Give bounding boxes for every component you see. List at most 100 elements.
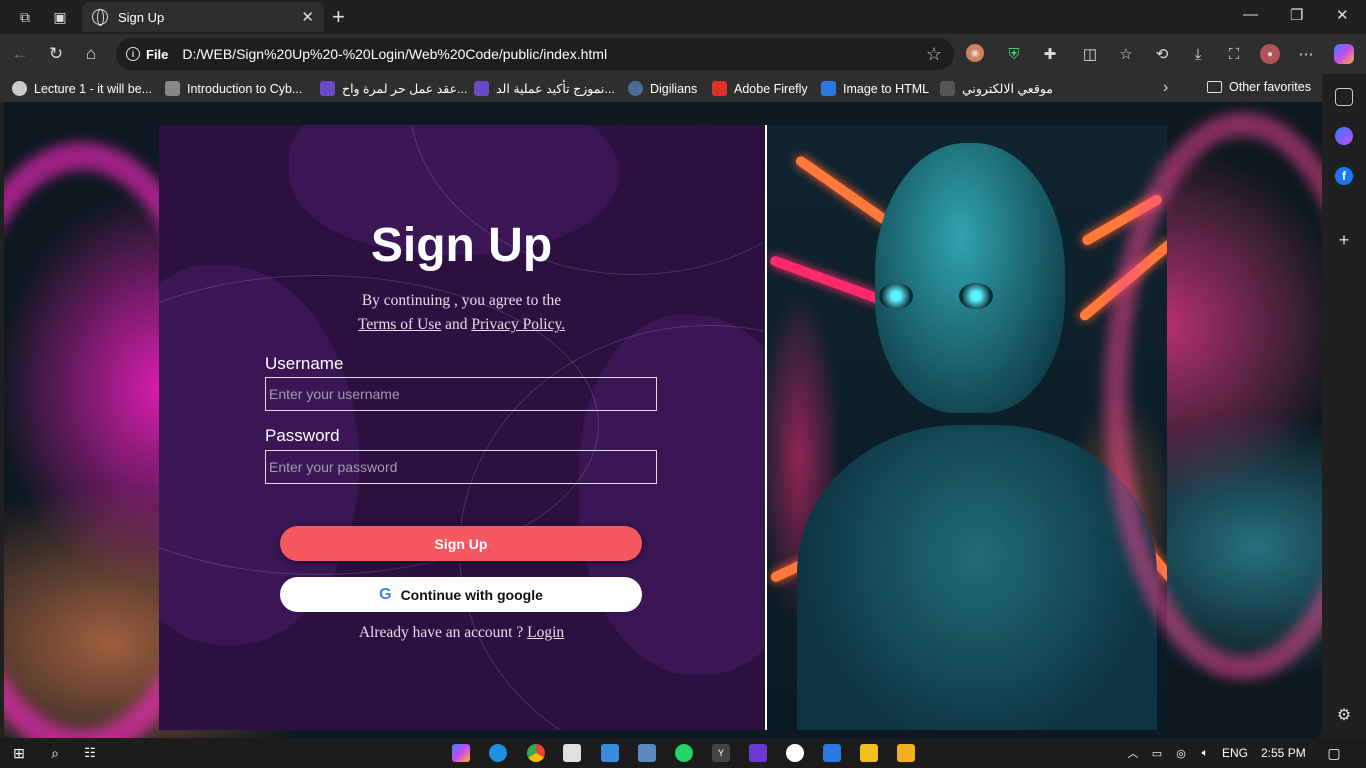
file-explorer-taskbar-icon[interactable] — [897, 744, 915, 762]
notifications-icon[interactable]: ▢ — [1325, 744, 1343, 762]
app-taskbar-icon[interactable] — [749, 744, 767, 762]
app-taskbar-icon[interactable] — [601, 744, 619, 762]
split-screen-icon[interactable]: ◫ — [1080, 44, 1100, 64]
facebook-icon[interactable]: f — [1335, 167, 1353, 185]
more-menu-icon[interactable]: ⋯ — [1296, 44, 1316, 64]
alien-body — [797, 425, 1157, 730]
extension-face-icon[interactable]: ◉ — [966, 44, 984, 62]
password-label: Password — [265, 426, 340, 445]
bookmark-label: Adobe Firefly — [734, 81, 808, 96]
messenger-icon[interactable] — [1335, 127, 1353, 145]
tab-title: Sign Up — [118, 9, 165, 25]
bookmark-item[interactable]: Digilians — [628, 80, 697, 97]
bookmark-item[interactable]: Lecture 1 - it will be... — [12, 80, 152, 97]
close-window-button[interactable]: ✕ — [1336, 6, 1349, 24]
store-taskbar-icon[interactable] — [563, 744, 581, 762]
shield-extension-icon[interactable]: ⛨ — [1004, 44, 1024, 64]
address-url[interactable]: D:/WEB/Sign%20Up%20-%20Login/Web%20Code/… — [182, 46, 925, 62]
network-icon[interactable]: ▭ — [1148, 744, 1166, 762]
favorite-star-icon[interactable]: ☆ — [926, 44, 942, 65]
privacy-policy-link[interactable]: Privacy Policy. — [471, 316, 565, 333]
app-taskbar-icon[interactable] — [638, 744, 656, 762]
google-signin-button[interactable]: G Continue with google — [280, 577, 642, 612]
google-g-icon: G — [379, 585, 392, 603]
cisco-icon — [165, 81, 180, 96]
refresh-icon[interactable]: ↻ — [45, 43, 67, 65]
bookmark-label: Digilians — [650, 81, 698, 96]
sticky-notes-taskbar-icon[interactable] — [860, 744, 878, 762]
bookmark-item[interactable]: موقعي الالكتروني — [940, 80, 1053, 97]
folder-icon — [1207, 81, 1222, 93]
username-label: Username — [265, 354, 344, 373]
forms-icon — [474, 81, 489, 96]
back-icon[interactable]: ← — [9, 43, 31, 65]
task-view-icon[interactable]: ☷ — [81, 744, 99, 762]
active-tab[interactable]: Sign Up ✕ — [82, 2, 324, 32]
navigation-bar: ← ↻ ⌂ i File D:/WEB/Sign%20Up%20-%20Logi… — [0, 34, 1366, 74]
tab-bar: ⧉ ▣ Sign Up ✕ + — ❐ ✕ — [0, 0, 1366, 34]
sign-up-button[interactable]: Sign Up — [280, 526, 642, 561]
other-favorites-label: Other favorites — [1229, 80, 1311, 94]
workspaces-icon[interactable]: ⧉ — [16, 8, 34, 26]
username-input[interactable] — [265, 377, 657, 411]
minimize-button[interactable]: — — [1243, 6, 1258, 23]
globe-icon[interactable]: ◎ — [1172, 744, 1190, 762]
bookmark-item[interactable]: Image to HTML — [821, 80, 929, 97]
add-icon[interactable]: + — [1335, 230, 1353, 250]
page-title: Sign Up — [370, 219, 553, 272]
favorites-icon[interactable]: ☆ — [1116, 44, 1136, 64]
adobe-icon — [712, 81, 727, 96]
login-link[interactable]: Login — [527, 624, 564, 641]
bookmark-item[interactable]: Adobe Firefly — [712, 80, 808, 97]
globe-icon — [92, 9, 108, 26]
maximize-button[interactable]: ❐ — [1290, 6, 1303, 24]
address-bar[interactable]: i File D:/WEB/Sign%20Up%20-%20Login/Web%… — [116, 38, 954, 70]
github-taskbar-icon[interactable] — [786, 744, 804, 762]
digilians-icon — [628, 81, 643, 96]
new-tab-button[interactable]: + — [332, 4, 345, 30]
alien-eye — [959, 283, 993, 309]
forms-icon — [320, 81, 335, 96]
clock[interactable]: 2:55 PM — [1261, 746, 1306, 760]
extensions-icon[interactable]: ✚ — [1040, 44, 1060, 64]
home-icon[interactable]: ⌂ — [80, 43, 102, 65]
info-icon[interactable]: i — [126, 47, 140, 61]
yahoo-taskbar-icon[interactable]: Y — [712, 744, 730, 762]
neon-light — [1077, 237, 1167, 323]
bookmark-label: نموزج تأكيد عملية الد... — [496, 82, 615, 96]
password-input[interactable] — [265, 450, 657, 484]
chatgpt-icon[interactable] — [1335, 88, 1353, 106]
downloads-icon[interactable]: ⤓ — [1188, 44, 1208, 64]
bookmark-item[interactable]: عقد عمل حر لمرة واح... — [320, 80, 468, 97]
alien-head — [875, 143, 1065, 413]
copilot-icon[interactable] — [1334, 44, 1354, 64]
site-icon — [12, 81, 27, 96]
language-indicator[interactable]: ENG — [1222, 746, 1248, 760]
show-hidden-icons-chevron-icon[interactable]: ︿ — [1124, 744, 1142, 762]
volume-icon[interactable]: 🔈︎ — [1196, 744, 1214, 762]
bookmark-label: Lecture 1 - it will be... — [34, 81, 153, 96]
search-icon[interactable]: ⌕ — [46, 744, 64, 762]
chevron-right-icon[interactable]: › — [1163, 79, 1168, 97]
windows-start-icon[interactable]: ⊞ — [10, 744, 28, 762]
terms-of-use-link[interactable]: Terms of Use — [358, 316, 441, 333]
vscode-taskbar-icon[interactable] — [823, 744, 841, 762]
bookmark-item[interactable]: Introduction to Cyb... — [165, 80, 302, 97]
settings-gear-icon[interactable]: ⚙ — [1335, 706, 1353, 724]
other-favorites[interactable]: Other favorites — [1207, 80, 1311, 94]
whatsapp-taskbar-icon[interactable] — [675, 744, 693, 762]
close-tab-icon[interactable]: ✕ — [301, 8, 314, 26]
bookmark-item[interactable]: نموزج تأكيد عملية الد... — [474, 80, 615, 97]
history-icon[interactable]: ⟲ — [1152, 44, 1172, 64]
neon-light — [794, 154, 890, 226]
alien-eye — [879, 283, 913, 309]
tab-actions-icon[interactable]: ▣ — [51, 8, 69, 26]
chrome-taskbar-icon[interactable] — [527, 744, 545, 762]
screenshot-icon[interactable]: ⛶ — [1224, 44, 1244, 64]
bookmarks-bar: Lecture 1 - it will be... Introduction t… — [0, 74, 1366, 102]
signup-form-panel: Sign Up By continuing , you agree to the… — [159, 125, 764, 730]
edge-taskbar-icon[interactable] — [489, 744, 507, 762]
copilot-taskbar-icon[interactable] — [452, 744, 470, 762]
login-prompt: Already have an account ? Login — [159, 624, 764, 642]
profile-avatar-icon[interactable]: ● — [1260, 44, 1280, 64]
